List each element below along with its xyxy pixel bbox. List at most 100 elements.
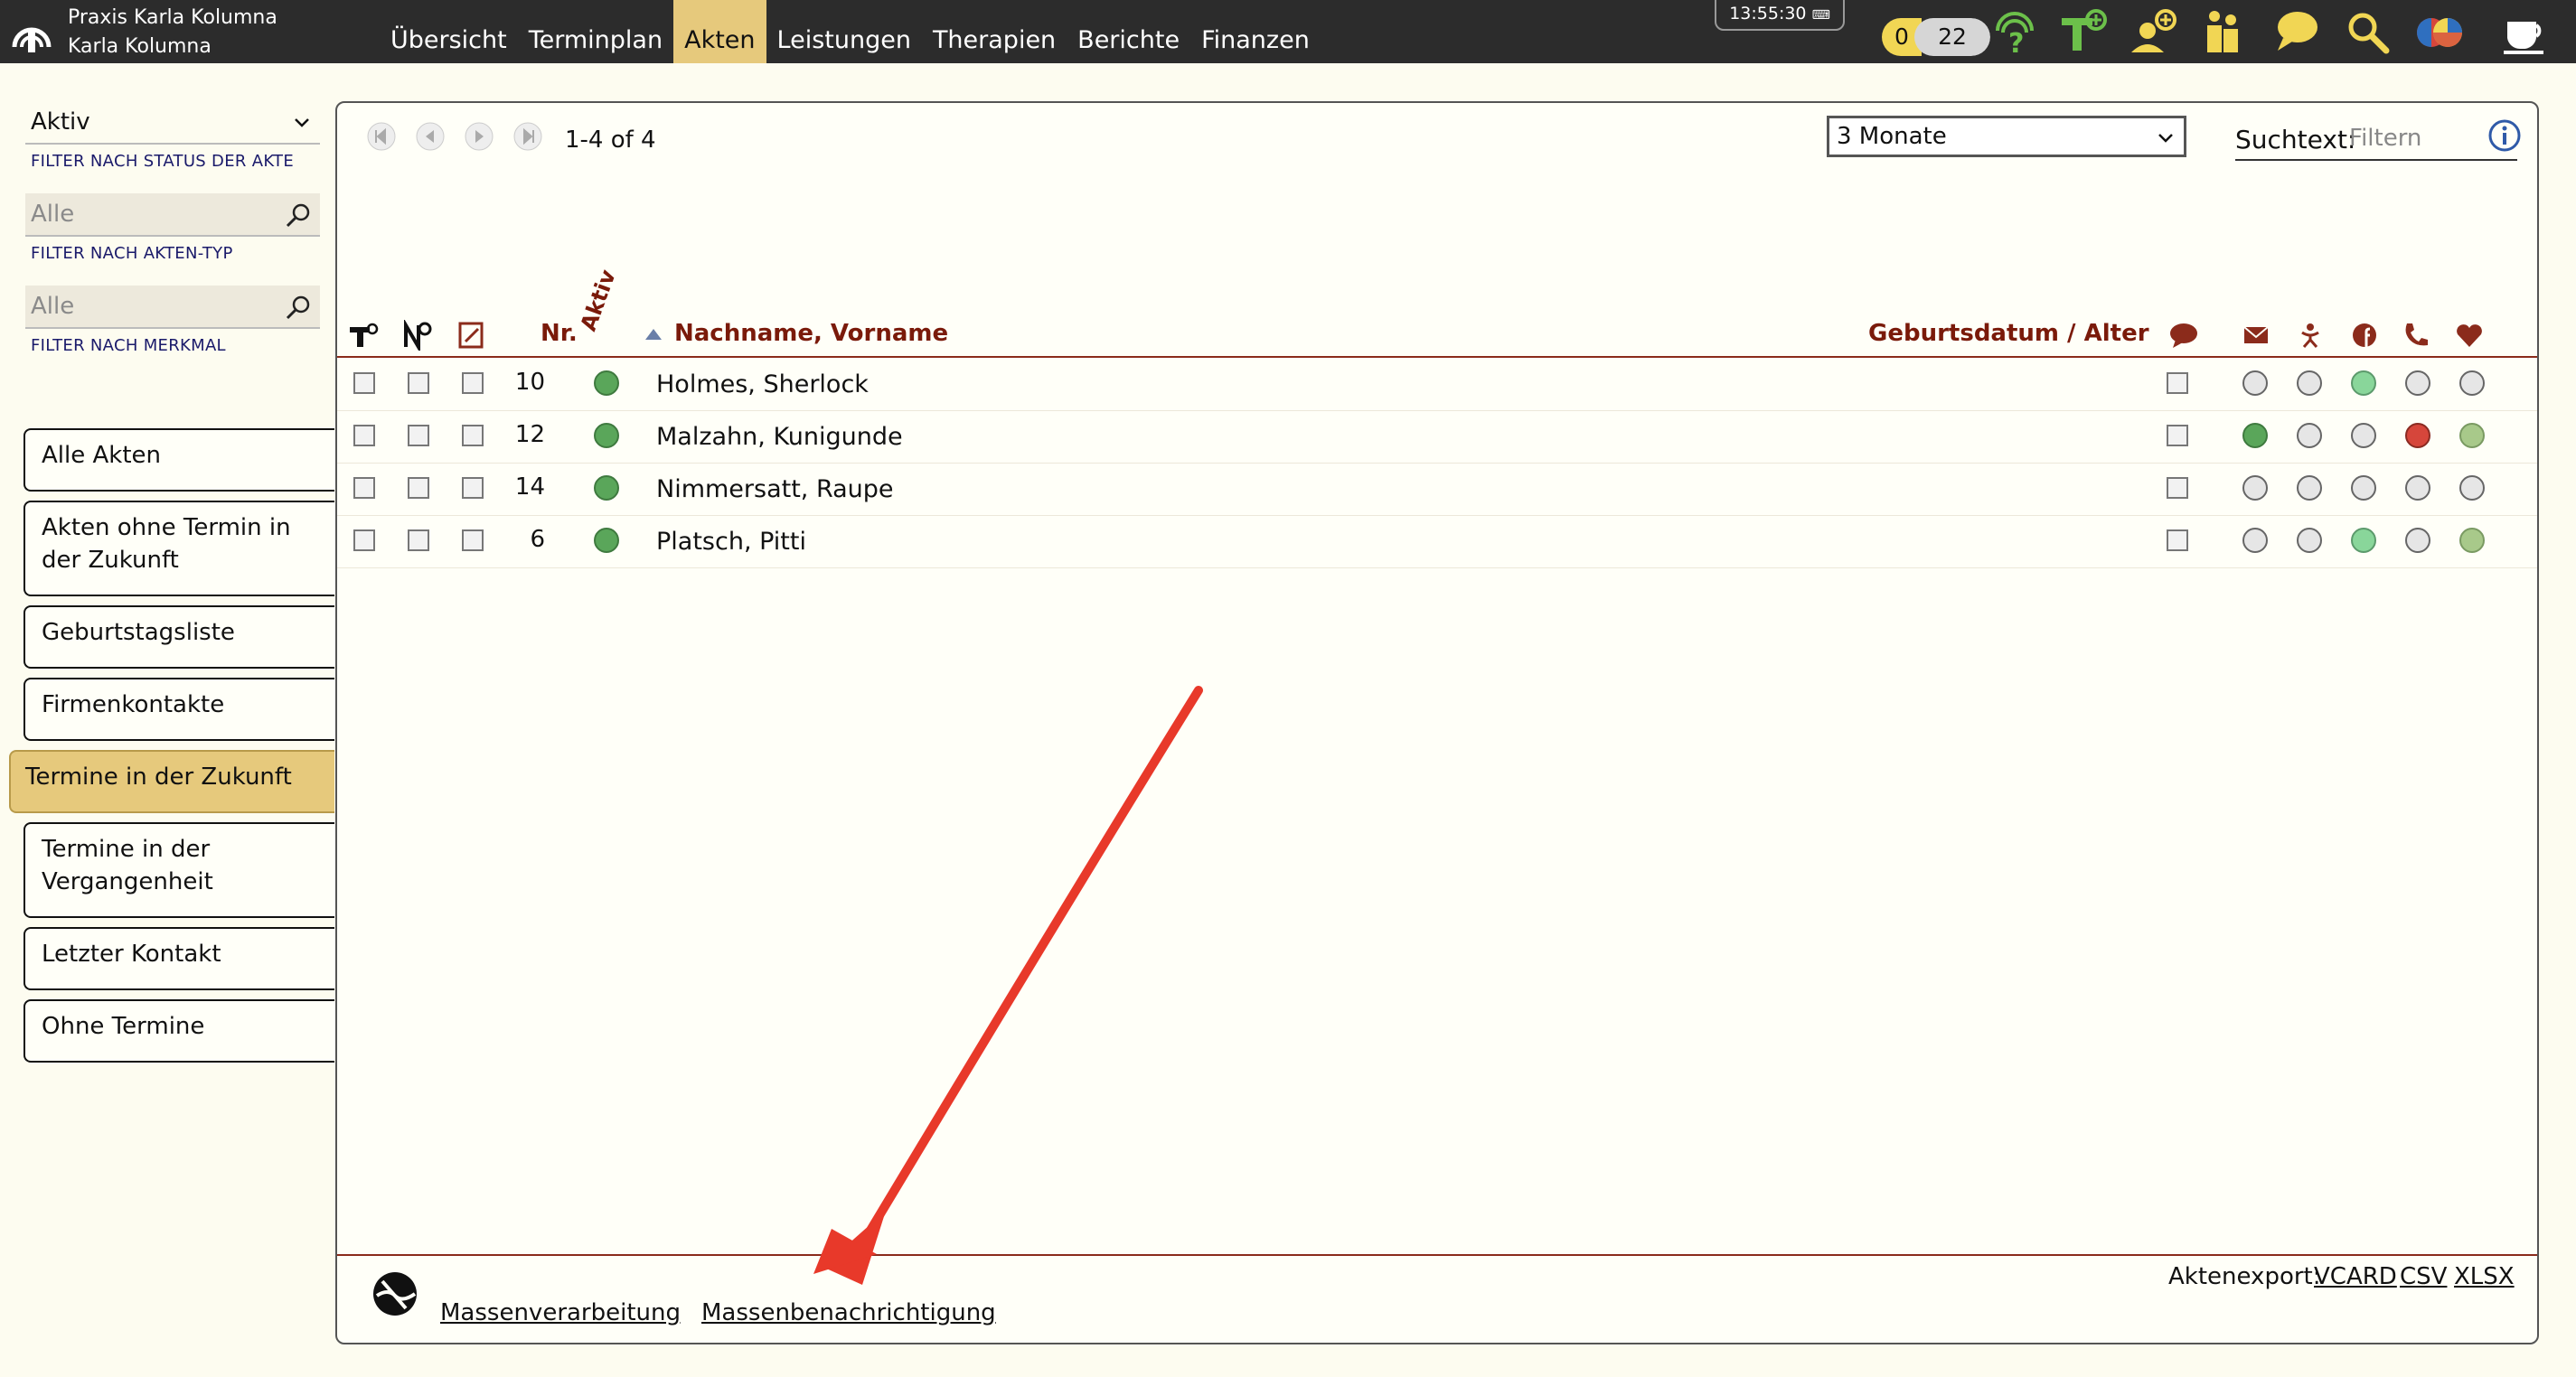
table-row[interactable]: 6 Platsch, Pitti: [337, 515, 2537, 568]
row-status-person[interactable]: [2297, 528, 2322, 553]
feature-filter-input[interactable]: Alle: [25, 286, 320, 329]
nav-schedule[interactable]: Terminplan: [518, 0, 673, 63]
row-name[interactable]: Malzahn, Kunigunde: [656, 423, 903, 451]
logo-icon[interactable]: [9, 11, 54, 54]
row-status-person[interactable]: [2297, 423, 2322, 448]
col-active[interactable]: Aktiv: [576, 267, 621, 334]
sidebar-birthday-list[interactable]: Geburtstagsliste: [24, 605, 334, 669]
next-page-icon[interactable]: [464, 121, 494, 152]
mail-icon[interactable]: [2241, 320, 2271, 351]
table-row[interactable]: 14 Nimmersatt, Raupe: [337, 463, 2537, 516]
info-icon[interactable]: [2487, 117, 2523, 154]
sidebar-future-appointments[interactable]: Termine in der Zukunft: [9, 750, 334, 813]
row-status-heart[interactable]: [2459, 475, 2485, 501]
sidebar-no-appointments[interactable]: Ohne Termine: [24, 999, 334, 1063]
col-nr[interactable]: Nr.: [541, 320, 578, 347]
row-status-heart[interactable]: [2459, 528, 2485, 553]
row-status-facebook[interactable]: [2351, 370, 2376, 396]
person-icon[interactable]: [2295, 320, 2326, 351]
patient-add-icon[interactable]: [2126, 7, 2178, 56]
row-name[interactable]: Holmes, Sherlock: [656, 370, 869, 398]
clock-display[interactable]: 13:55:30 ⌨: [1715, 0, 1845, 31]
row-checkbox-notification[interactable]: [408, 425, 429, 446]
col-name[interactable]: Nachname, Vorname: [674, 320, 948, 347]
prev-page-icon[interactable]: [415, 121, 446, 152]
help-icon[interactable]: ?: [1988, 7, 2041, 56]
treatment-column-icon[interactable]: [348, 320, 379, 351]
row-status-phone[interactable]: [2405, 423, 2430, 448]
mass-action-icon[interactable]: [370, 1269, 420, 1319]
type-filter-input[interactable]: Alle: [25, 193, 320, 237]
chat-icon[interactable]: [2272, 7, 2325, 56]
row-checkbox-comment[interactable]: [2167, 425, 2188, 446]
row-checkbox-notification[interactable]: [408, 477, 429, 499]
sidebar-past-appointments[interactable]: Termine in der Vergangenheit: [24, 822, 334, 918]
facebook-icon[interactable]: [2349, 320, 2380, 351]
row-status-person[interactable]: [2297, 475, 2322, 501]
sidebar-company-contacts[interactable]: Firmenkontakte: [24, 678, 334, 741]
magnifier-icon[interactable]: [284, 293, 313, 322]
row-status-mail[interactable]: [2242, 370, 2268, 396]
document-column-icon[interactable]: [456, 320, 487, 351]
mass-processing-link[interactable]: Massenverarbeitung: [440, 1299, 681, 1326]
flags-icon[interactable]: [2413, 7, 2466, 56]
status-select[interactable]: Aktiv: [25, 101, 320, 145]
sidebar-last-contact[interactable]: Letzter Kontakt: [24, 927, 334, 990]
nav-finances[interactable]: Finanzen: [1190, 0, 1321, 63]
row-checkbox-comment[interactable]: [2167, 529, 2188, 551]
nav-overview[interactable]: Übersicht: [380, 0, 518, 63]
row-status-facebook[interactable]: [2351, 475, 2376, 501]
row-status-phone[interactable]: [2405, 475, 2430, 501]
nav-therapies[interactable]: Therapien: [922, 0, 1067, 63]
nav-services[interactable]: Leistungen: [766, 0, 922, 63]
row-checkbox-treatment[interactable]: [353, 529, 375, 551]
mass-notification-link[interactable]: Massenbenachrichtigung: [701, 1299, 996, 1326]
row-checkbox-comment[interactable]: [2167, 372, 2188, 394]
magnifier-icon[interactable]: [284, 201, 313, 230]
search-input[interactable]: Filtern: [2349, 125, 2485, 152]
nav-reports[interactable]: Berichte: [1067, 0, 1190, 63]
row-checkbox-notification[interactable]: [408, 372, 429, 394]
row-status-facebook[interactable]: [2351, 423, 2376, 448]
row-status-mail[interactable]: [2242, 423, 2268, 448]
notification-column-icon[interactable]: [402, 320, 433, 351]
sort-asc-icon[interactable]: [644, 327, 663, 342]
row-checkbox-comment[interactable]: [2167, 477, 2188, 499]
phone-icon[interactable]: [2401, 320, 2431, 351]
coffee-icon[interactable]: [2500, 7, 2552, 56]
nav-files[interactable]: Akten: [673, 0, 766, 63]
comment-column-icon[interactable]: [2168, 320, 2199, 351]
first-page-icon[interactable]: [366, 121, 397, 152]
treatment-add-icon[interactable]: [2056, 7, 2109, 56]
row-checkbox-treatment[interactable]: [353, 477, 375, 499]
last-page-icon[interactable]: [512, 121, 543, 152]
row-status-mail[interactable]: [2242, 528, 2268, 553]
table-row[interactable]: 12 Malzahn, Kunigunde: [337, 410, 2537, 464]
search-icon[interactable]: [2343, 7, 2395, 56]
export-csv-link[interactable]: CSV: [2400, 1263, 2447, 1290]
row-status-phone[interactable]: [2405, 370, 2430, 396]
row-checkbox-treatment[interactable]: [353, 372, 375, 394]
group-icon[interactable]: [2196, 7, 2249, 56]
row-status-heart[interactable]: [2459, 423, 2485, 448]
row-name[interactable]: Platsch, Pitti: [656, 528, 806, 556]
heart-icon[interactable]: [2454, 320, 2485, 351]
footer-line: [337, 1254, 2537, 1256]
row-status-phone[interactable]: [2405, 528, 2430, 553]
sidebar-all-files[interactable]: Alle Akten: [24, 428, 334, 492]
row-status-person[interactable]: [2297, 370, 2322, 396]
row-status-facebook[interactable]: [2351, 528, 2376, 553]
row-status-heart[interactable]: [2459, 370, 2485, 396]
row-checkbox-notification[interactable]: [408, 529, 429, 551]
row-name[interactable]: Nimmersatt, Raupe: [656, 475, 894, 503]
message-counter[interactable]: 0 22: [1882, 18, 1990, 56]
table-row[interactable]: 10 Holmes, Sherlock: [337, 358, 2537, 411]
row-checkbox-treatment[interactable]: [353, 425, 375, 446]
export-vcard-link[interactable]: VCARD: [2314, 1263, 2397, 1290]
time-range-select[interactable]: 3 Monate: [1827, 116, 2186, 157]
type-filter: Alle FILTER NACH AKTEN-TYP: [25, 193, 320, 263]
row-status-mail[interactable]: [2242, 475, 2268, 501]
col-birth[interactable]: Geburtsdatum / Alter: [1868, 320, 2149, 347]
sidebar-no-future-appointment[interactable]: Akten ohne Termin in der Zukunft: [24, 501, 334, 596]
export-xlsx-link[interactable]: XLSX: [2454, 1263, 2515, 1290]
